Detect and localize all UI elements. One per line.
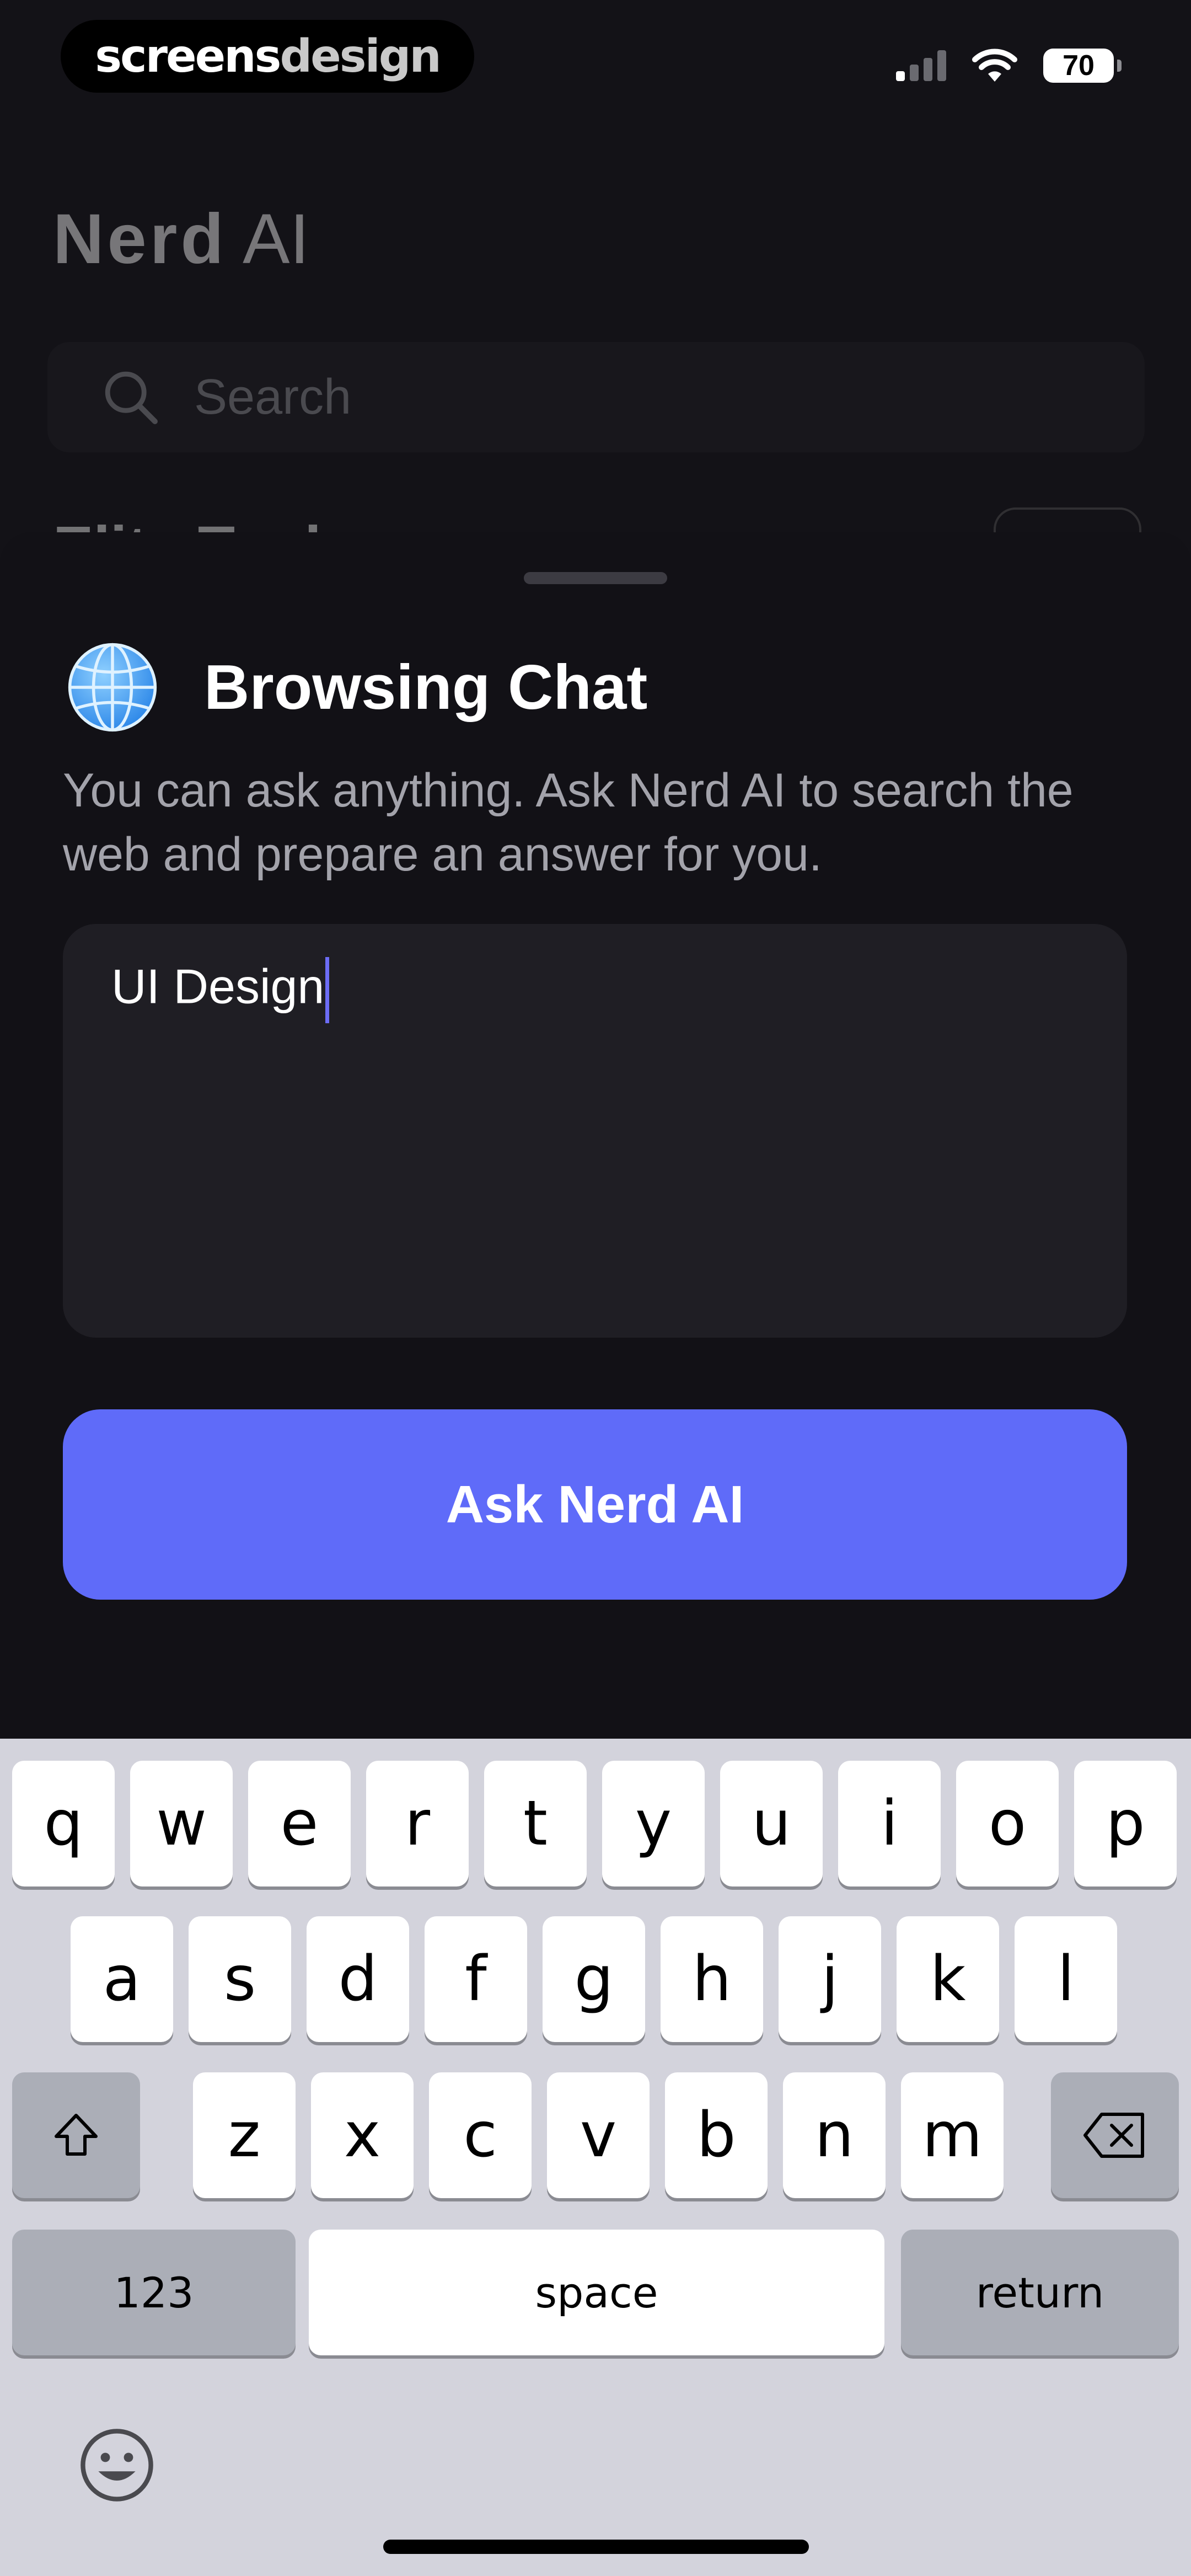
sheet-header: Browsing Chat: [65, 640, 647, 735]
key-m[interactable]: m: [901, 2072, 1004, 2198]
brand-text-1: screens: [95, 30, 281, 83]
battery-indicator: 70: [1043, 49, 1122, 83]
key-a[interactable]: a: [71, 1916, 173, 2042]
query-input[interactable]: UI Design: [63, 924, 1127, 1338]
key-c[interactable]: c: [429, 2072, 532, 2198]
text-cursor: [325, 957, 330, 1023]
key-y[interactable]: y: [602, 1761, 705, 1886]
key-t[interactable]: t: [484, 1761, 587, 1886]
globe-icon: [68, 643, 157, 732]
key-g[interactable]: g: [543, 1916, 645, 2042]
delete-icon: [1083, 2113, 1144, 2158]
key-u[interactable]: u: [720, 1761, 823, 1886]
cellular-signal-icon: [896, 50, 946, 81]
key-e[interactable]: e: [248, 1761, 351, 1886]
key-h[interactable]: h: [661, 1916, 763, 2042]
key-n[interactable]: n: [783, 2072, 886, 2198]
wifi-icon: [972, 49, 1017, 82]
search-bar[interactable]: Search: [47, 342, 1145, 452]
key-l[interactable]: l: [1015, 1916, 1117, 2042]
key-x[interactable]: x: [311, 2072, 414, 2198]
key-p[interactable]: p: [1074, 1761, 1177, 1886]
numbers-key[interactable]: 123: [12, 2230, 296, 2355]
key-j[interactable]: j: [779, 1916, 881, 2042]
search-placeholder: Search: [194, 369, 352, 425]
space-key[interactable]: space: [309, 2230, 884, 2355]
sheet-title: Browsing Chat: [204, 652, 648, 723]
key-d[interactable]: d: [307, 1916, 409, 2042]
brand-text-2: design: [280, 30, 441, 83]
ask-nerd-ai-button[interactable]: Ask Nerd AI: [63, 1409, 1127, 1600]
sheet-grabber[interactable]: [524, 572, 667, 584]
app-title-light: AI: [243, 200, 310, 279]
brand-badge: screensdesign: [61, 20, 474, 93]
app-title: Nerd AI: [53, 199, 309, 280]
key-s[interactable]: s: [189, 1916, 291, 2042]
shift-icon: [55, 2114, 98, 2156]
search-icon: [105, 371, 158, 424]
key-w[interactable]: w: [130, 1761, 233, 1886]
sheet-description: You can ask anything. Ask Nerd AI to sea…: [63, 764, 1074, 881]
delete-key[interactable]: [1051, 2072, 1179, 2198]
key-i[interactable]: i: [838, 1761, 941, 1886]
query-input-value: UI Design: [111, 959, 325, 1014]
key-v[interactable]: v: [547, 2072, 650, 2198]
key-o[interactable]: o: [956, 1761, 1059, 1886]
key-b[interactable]: b: [665, 2072, 768, 2198]
key-r[interactable]: r: [366, 1761, 469, 1886]
home-indicator: [383, 2540, 809, 2554]
key-z[interactable]: z: [193, 2072, 296, 2198]
key-k[interactable]: k: [897, 1916, 999, 2042]
emoji-icon[interactable]: [78, 2427, 155, 2504]
status-icons: 70: [896, 49, 1122, 83]
shift-key[interactable]: [12, 2072, 140, 2198]
return-key[interactable]: return: [901, 2230, 1179, 2355]
app-title-bold: Nerd: [53, 200, 227, 279]
key-f[interactable]: f: [425, 1916, 527, 2042]
key-q[interactable]: q: [12, 1761, 115, 1886]
keyboard: qwertyuiop asdfghjkl zxcvbnm 123 space ret…: [0, 1739, 1191, 2576]
